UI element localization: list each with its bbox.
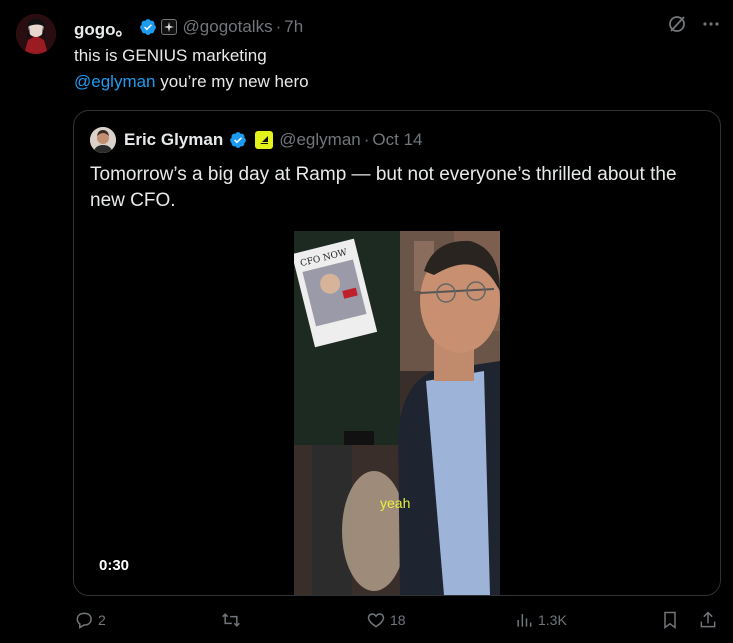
separator-dot: · [275,17,282,36]
tweet-action-bar: 2 18 1.3K [74,610,722,636]
views-button[interactable]: 1.3K [514,610,567,630]
author-avatar[interactable] [16,14,56,54]
view-count: 1.3K [538,612,567,628]
reply-count: 2 [98,612,106,628]
author-handle[interactable]: @gogotalks [183,17,273,37]
quote-author-handle[interactable]: @eglyman [279,130,361,150]
separator-dot: · [363,130,370,149]
tweet-header: gogo。 @gogotalks · 7h [74,15,303,40]
tweet-text-line-1: this is GENIUS marketing [74,46,267,65]
quoted-tweet[interactable]: Eric Glyman @eglyman · Oct 14 Tomorrow’s… [73,110,721,596]
video-player[interactable]: CFO NOW yeah 0:30 [74,231,720,595]
mention-link[interactable]: @eglyman [74,72,156,91]
video-frame: CFO NOW yeah [294,231,500,595]
repost-button[interactable] [220,610,246,630]
analytics-icon [517,614,532,627]
more-options-icon[interactable] [701,14,721,39]
bookmark-icon [664,611,676,629]
affiliation-badge-icon[interactable] [160,19,177,35]
like-button[interactable]: 18 [366,610,406,630]
quote-header: Eric Glyman @eglyman · Oct 14 [90,127,423,153]
grok-icon[interactable] [667,14,687,39]
quote-verified-badge-icon [229,131,247,149]
tweet-time[interactable]: 7h [284,17,303,37]
video-still: CFO NOW [294,231,500,595]
tweet-text-rest: you’re my new hero [155,72,309,91]
verified-badge-icon [139,18,157,36]
like-count: 18 [390,612,406,628]
quote-text: Tomorrow’s a big day at Ramp — but not e… [90,164,677,211]
quote-author-avatar[interactable] [90,127,116,153]
share-button[interactable] [698,610,718,630]
ramp-affiliation-icon[interactable] [255,131,274,149]
top-actions [667,14,721,39]
quote-author-name[interactable]: Eric Glyman [124,130,223,150]
quote-date[interactable]: Oct 14 [372,130,422,150]
video-caption: yeah [380,495,411,511]
heart-icon [367,613,385,628]
reply-button[interactable]: 2 [74,610,106,630]
repost-icon [222,613,240,627]
bookmark-button[interactable] [660,610,680,630]
share-icon [700,611,716,628]
video-timer: 0:30 [99,557,130,574]
author-name[interactable]: gogo。 [74,15,133,40]
reply-icon [76,612,92,629]
tweet-text-line-2: @eglyman you’re my new hero [74,72,309,92]
